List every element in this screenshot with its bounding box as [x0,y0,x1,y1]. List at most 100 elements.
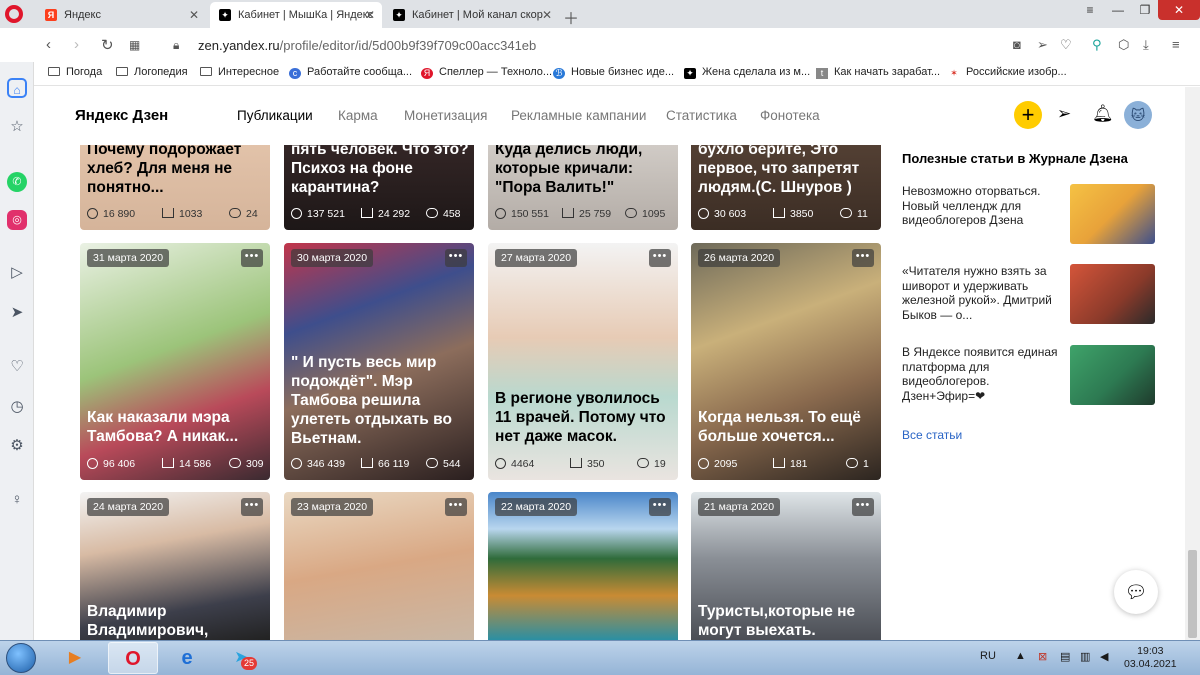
send-icon[interactable]: ➤ [7,303,27,323]
telegram-icon[interactable]: ➤ [216,642,266,674]
bookmark-kak-nachat[interactable]: t Как начать зарабат... [816,66,940,79]
home-icon[interactable]: ⌂ [7,78,27,98]
heart-icon[interactable]: ♡ [1060,37,1072,53]
network-error-icon[interactable]: ⊠ [1038,650,1047,663]
user-avatar[interactable]: 🐱︎ [1124,101,1152,129]
more-options-icon[interactable]: ••• [852,249,874,267]
tray-arrow-icon[interactable]: ▲ [1015,650,1026,662]
zen-logo[interactable]: Яндекс Дзен [75,107,168,124]
vpn-key-icon[interactable]: ⚲ [1092,37,1102,53]
opera-taskbar-icon[interactable]: O [108,642,158,674]
nav-karma[interactable]: Карма [338,108,378,123]
menu-icon[interactable]: ≡ [1172,37,1180,52]
bookmark-logopedia[interactable]: Логопедия [116,66,188,78]
journal-thumbnail[interactable] [1070,264,1155,324]
tab-cabinet-myshka[interactable]: ✦ Кабинет | МышКа | Яндекс ✕ [210,2,382,28]
instagram-icon[interactable]: ◎ [7,210,27,230]
tray-app-icon[interactable]: ▤ [1060,650,1070,663]
cube-icon[interactable]: ⬡ [1118,37,1129,53]
media-player-icon[interactable]: ▶ [50,642,100,674]
language-indicator[interactable]: RU [980,650,996,662]
camera-icon[interactable]: ◙ [1013,37,1021,52]
minimize-button[interactable]: — [1104,0,1132,20]
tab-menu-icon[interactable]: ≡ [1080,0,1100,20]
article-card[interactable]: 27 марта 2020 ••• В регионе уволилось 11… [488,243,678,480]
card-title[interactable]: Когда нельзя. То ещё больше хочется... [698,408,878,446]
bookmark-izobreteniya[interactable]: ✶ Российские изобр... [948,66,1066,79]
article-card[interactable]: 21 марта 2020 ••• Туристы,которые не мог… [691,492,881,640]
article-card[interactable]: 31 марта 2020 ••• Как наказали мэра Тамб… [80,243,270,480]
card-title[interactable]: В регионе уволилось 11 врачей. Потому чт… [495,389,675,446]
nav-publications[interactable]: Публикации [237,108,313,123]
download-icon[interactable]: ⤓ [1143,37,1149,53]
url-field[interactable]: zen.yandex.ru/profile/editor/id/5d00b9f3… [198,38,536,53]
nav-phonoteka[interactable]: Фонотека [760,108,820,123]
close-window-button[interactable]: ✕ [1158,0,1200,20]
bookmark-business[interactable]: ℬ Новые бизнес иде... [553,66,674,79]
nav-statistics[interactable]: Статистика [666,108,737,123]
more-options-icon[interactable]: ••• [241,498,263,516]
internet-explorer-icon[interactable]: e [162,642,212,674]
bookmark-interesnoe[interactable]: Интересное [200,66,279,78]
maximize-button[interactable]: ❐ [1132,0,1158,20]
bookmark-speller[interactable]: Я Спеллер — Техноло... [421,66,552,79]
reload-icon[interactable]: ↻ [101,36,114,54]
opera-logo-icon[interactable] [5,5,23,23]
card-title[interactable]: " И пусть весь мир подождёт". Мэр Тамбов… [291,353,471,448]
card-title[interactable]: Как наказали мэра Тамбова? А никак... [87,408,267,446]
new-tab-plus-icon[interactable]: ＋ [563,5,579,29]
close-icon[interactable]: ✕ [542,8,552,22]
more-options-icon[interactable]: ••• [241,249,263,267]
more-options-icon[interactable]: ••• [649,498,671,516]
more-options-icon[interactable]: ••• [445,498,467,516]
more-options-icon[interactable]: ••• [445,249,467,267]
star-icon[interactable]: ☆ [7,117,27,137]
more-options-icon[interactable]: ••• [852,498,874,516]
card-title[interactable]: Куда делись люди, которые кричали: "Пора… [495,140,675,197]
forward-icon[interactable]: › [74,36,79,53]
heart-icon[interactable]: ♡ [7,357,27,377]
speed-dial-icon[interactable]: ▦ [129,38,140,52]
tab-yandex[interactable]: Я Яндекс ✕ [36,2,206,28]
back-icon[interactable]: ‹ [46,36,51,53]
whatsapp-icon[interactable]: ✆ [7,172,27,192]
support-chat-icon[interactable]: 💬︎ [1114,570,1158,614]
tab-cabinet-channel[interactable]: ✦ Кабинет | Мой канал скор ✕ [384,2,559,28]
bookmark-rabotayte[interactable]: c Работайте сообща... [289,66,412,79]
windows-start-button[interactable] [6,643,36,673]
messages-send-icon[interactable]: ➢ [1057,104,1071,124]
journal-thumbnail[interactable] [1070,184,1155,244]
player-icon[interactable]: ▷ [7,263,27,283]
article-card[interactable]: 26 марта 2020 ••• Когда нельзя. То ещё б… [691,243,881,480]
journal-article-link[interactable]: «Читателя нужно взять за шиворот и удерж… [902,264,1062,322]
close-icon[interactable]: ✕ [189,8,199,22]
card-title[interactable]: бухло берите, Это первое, что запретят л… [698,140,878,197]
notifications-bell-icon[interactable]: 🔔︎ [1092,104,1114,124]
article-card[interactable]: 24 марта 2020 ••• Владимир Владимирович, [80,492,270,640]
settings-gear-icon[interactable]: ⚙ [7,436,27,456]
journal-article-link[interactable]: В Яндексе появится единая платформа для … [902,345,1062,403]
system-clock[interactable]: 19:03 03.04.2021 [1124,645,1177,671]
journal-article-link[interactable]: Невозможно оторваться. Новый челлендж дл… [902,184,1062,228]
nav-monetization[interactable]: Монетизация [404,108,487,123]
card-title[interactable]: Почему подорожает хлеб? Для меня не поня… [87,140,267,197]
card-title[interactable]: Владимир Владимирович, [87,602,267,640]
card-title[interactable]: пять человек. Что это? Психоз на фоне ка… [291,140,471,197]
all-articles-link[interactable]: Все статьи [902,428,962,442]
create-plus-button[interactable]: + [1014,101,1042,129]
close-icon[interactable]: ✕ [365,8,375,22]
article-card[interactable]: 23 марта 2020 ••• [284,492,474,640]
bookmark-pogoda[interactable]: Погода [48,66,102,78]
more-options-icon[interactable]: ••• [649,249,671,267]
volume-icon[interactable]: ◀ [1100,650,1108,663]
journal-thumbnail[interactable] [1070,345,1155,405]
article-card[interactable]: 22 марта 2020 ••• [488,492,678,640]
lightbulb-icon[interactable]: ♀ [7,490,27,510]
network-icon[interactable]: ▥ [1080,650,1090,663]
article-card[interactable]: 30 марта 2020 ••• " И пусть весь мир под… [284,243,474,480]
history-clock-icon[interactable]: ◷ [7,397,27,417]
card-title[interactable]: Туристы,которые не могут выехать. [698,602,878,640]
nav-ad-campaigns[interactable]: Рекламные кампании [511,108,646,123]
bookmark-zhena[interactable]: ✦ Жена сделала из м... [684,66,810,79]
scrollbar-thumb[interactable] [1188,550,1197,638]
